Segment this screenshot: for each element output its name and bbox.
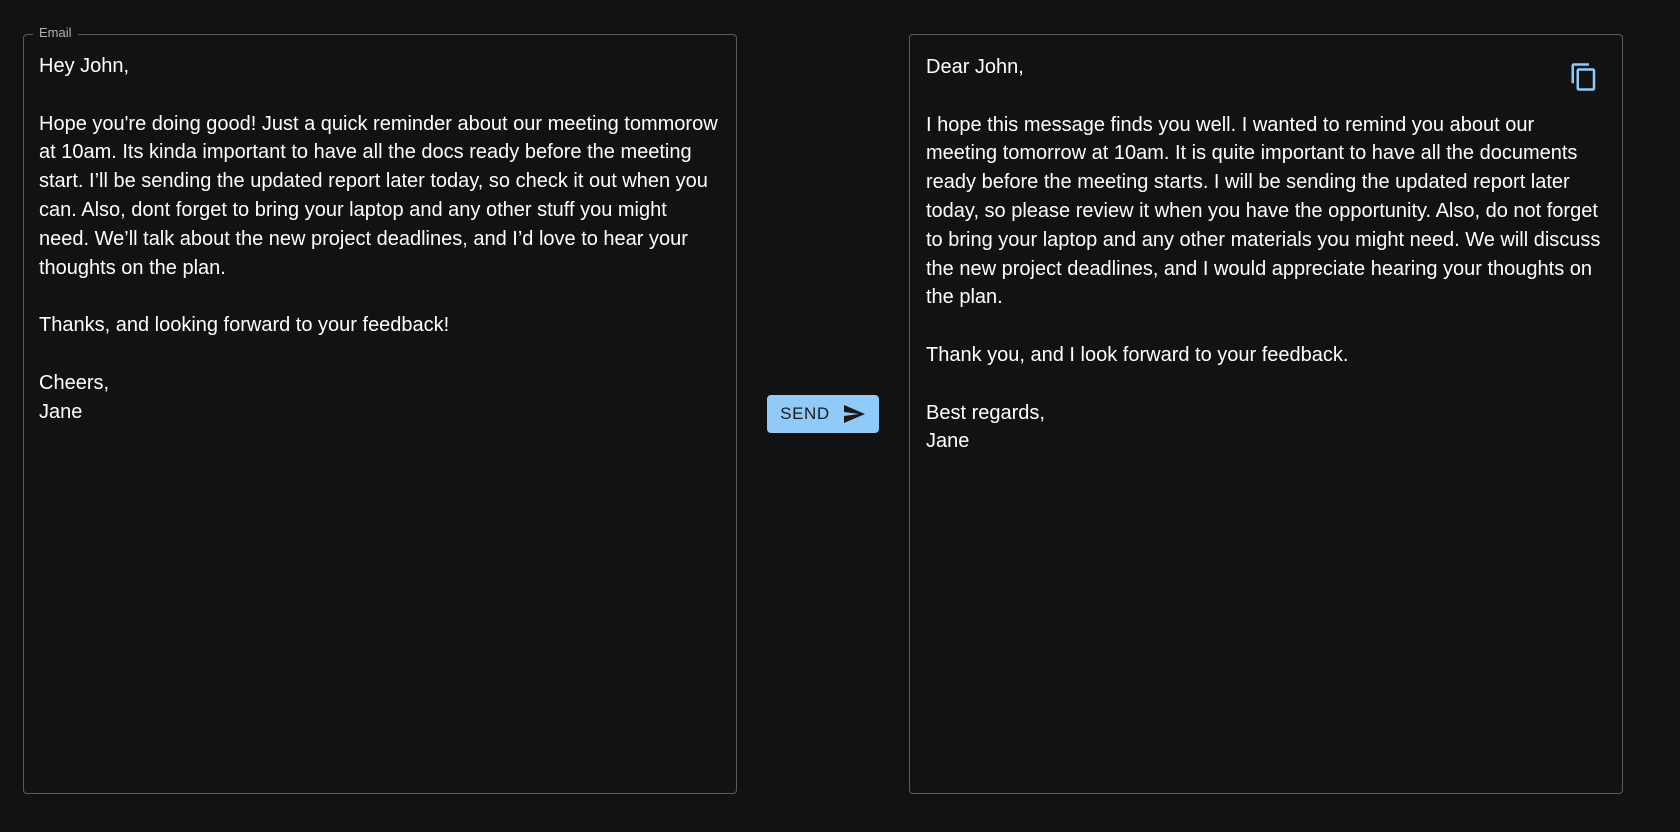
send-button-label: SEND (780, 404, 830, 423)
copy-button[interactable] (1566, 61, 1602, 97)
rewritten-email-output: Dear John, I hope this message finds you… (909, 34, 1623, 794)
send-icon (842, 402, 866, 426)
email-input[interactable]: Hey John, Hope you're doing good! Just a… (39, 52, 719, 772)
email-field: Email Hey John, Hope you're doing good! … (23, 25, 737, 794)
page: Email Hey John, Hope you're doing good! … (0, 0, 1680, 832)
email-field-label: Email (33, 25, 78, 41)
copy-icon (1569, 62, 1599, 97)
send-button[interactable]: SEND (767, 395, 879, 433)
rewritten-email-text: Dear John, I hope this message finds you… (926, 56, 1601, 453)
